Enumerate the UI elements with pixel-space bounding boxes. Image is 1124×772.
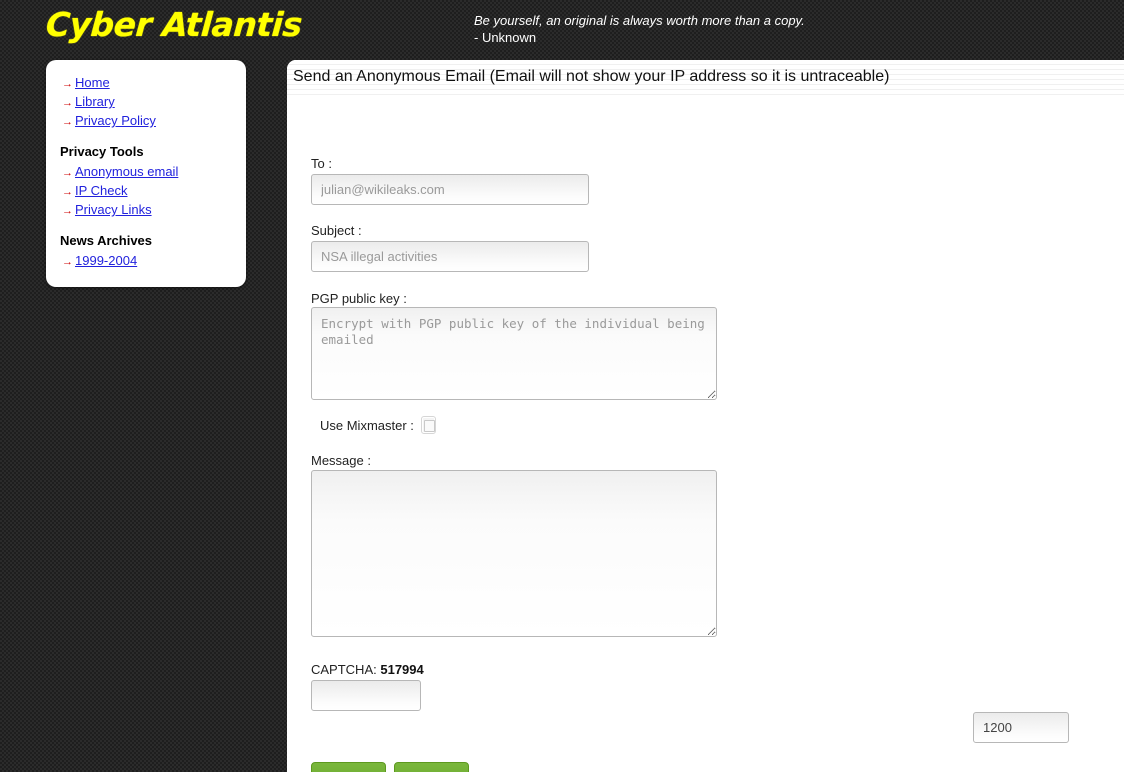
page-title: Send an Anonymous Email (Email will not … — [293, 68, 890, 85]
sidebar-item-privacy-policy[interactable]: → Privacy Policy — [46, 112, 246, 131]
sidebar-item-home[interactable]: → Home — [46, 74, 246, 93]
captcha-code: 517994 — [380, 662, 424, 677]
mixmaster-checkbox[interactable] — [420, 416, 436, 434]
sidebar-item-label: Home — [75, 75, 110, 90]
sidebar-heading-privacy-tools: Privacy Tools — [60, 144, 144, 159]
to-label: To : — [311, 156, 332, 171]
content-panel: Send an Anonymous Email (Email will not … — [287, 60, 1124, 772]
sidebar-item-label: Anonymous email — [75, 164, 179, 179]
pgp-public-key-label: PGP public key : — [311, 291, 407, 306]
sidebar-item-label: Privacy Policy — [75, 113, 156, 128]
sidebar-item-label: Privacy Links — [75, 202, 152, 217]
site-logo: Cyber Atlantis — [44, 5, 304, 44]
captcha-label: CAPTCHA: 517994 — [311, 662, 424, 677]
quote-author: - Unknown — [474, 30, 537, 45]
sidebar-item-label: 1999-2004 — [75, 253, 138, 268]
content-header-band: Send an Anonymous Email (Email will not … — [287, 60, 1124, 98]
arrow-right-icon: → — [62, 186, 73, 198]
header-quote: Be yourself, an original is always worth… — [474, 12, 994, 46]
clear-button[interactable]: Clear — [394, 762, 470, 772]
arrow-right-icon: → — [62, 167, 73, 179]
subject-input[interactable] — [311, 241, 589, 272]
sidebar-heading-news-archives: News Archives — [60, 233, 153, 248]
sidebar-item-label: IP Check — [75, 183, 128, 198]
site-header: Cyber Atlantis Be yourself, an original … — [0, 0, 1124, 55]
send-button[interactable]: Send — [311, 762, 386, 772]
arrow-right-icon: → — [62, 256, 73, 268]
sidebar-item-label: Library — [75, 94, 115, 109]
sidebar-item-anonymous-email[interactable]: → Anonymous email — [46, 163, 246, 182]
arrow-right-icon: → — [62, 97, 73, 109]
captcha-label-text: CAPTCHA: — [311, 662, 377, 677]
sidebar: → Home → Library → Privacy Policy Privacy T… — [46, 60, 246, 287]
subject-label: Subject : — [311, 223, 362, 238]
sidebar-item-library[interactable]: → Library — [46, 93, 246, 112]
mixmaster-row: Use Mixmaster : — [311, 416, 436, 434]
arrow-right-icon: → — [62, 116, 73, 128]
pgp-public-key-textarea[interactable] — [311, 307, 717, 400]
quote-text: Be yourself, an original is always worth… — [474, 13, 805, 28]
arrow-right-icon: → — [62, 78, 73, 90]
sidebar-item-ip-check[interactable]: → IP Check — [46, 182, 246, 201]
sidebar-item-1999-2004[interactable]: → 1999-2004 — [46, 252, 246, 271]
to-input[interactable] — [311, 174, 589, 205]
message-label: Message : — [311, 453, 371, 468]
extra-numeric-input[interactable] — [973, 712, 1069, 743]
mixmaster-label: Use Mixmaster : — [320, 417, 414, 433]
message-textarea[interactable] — [311, 470, 717, 637]
sidebar-item-privacy-links[interactable]: → Privacy Links — [46, 201, 246, 220]
arrow-right-icon: → — [62, 205, 73, 217]
captcha-input[interactable] — [311, 680, 421, 711]
form-buttons: Send Clear — [311, 762, 473, 772]
